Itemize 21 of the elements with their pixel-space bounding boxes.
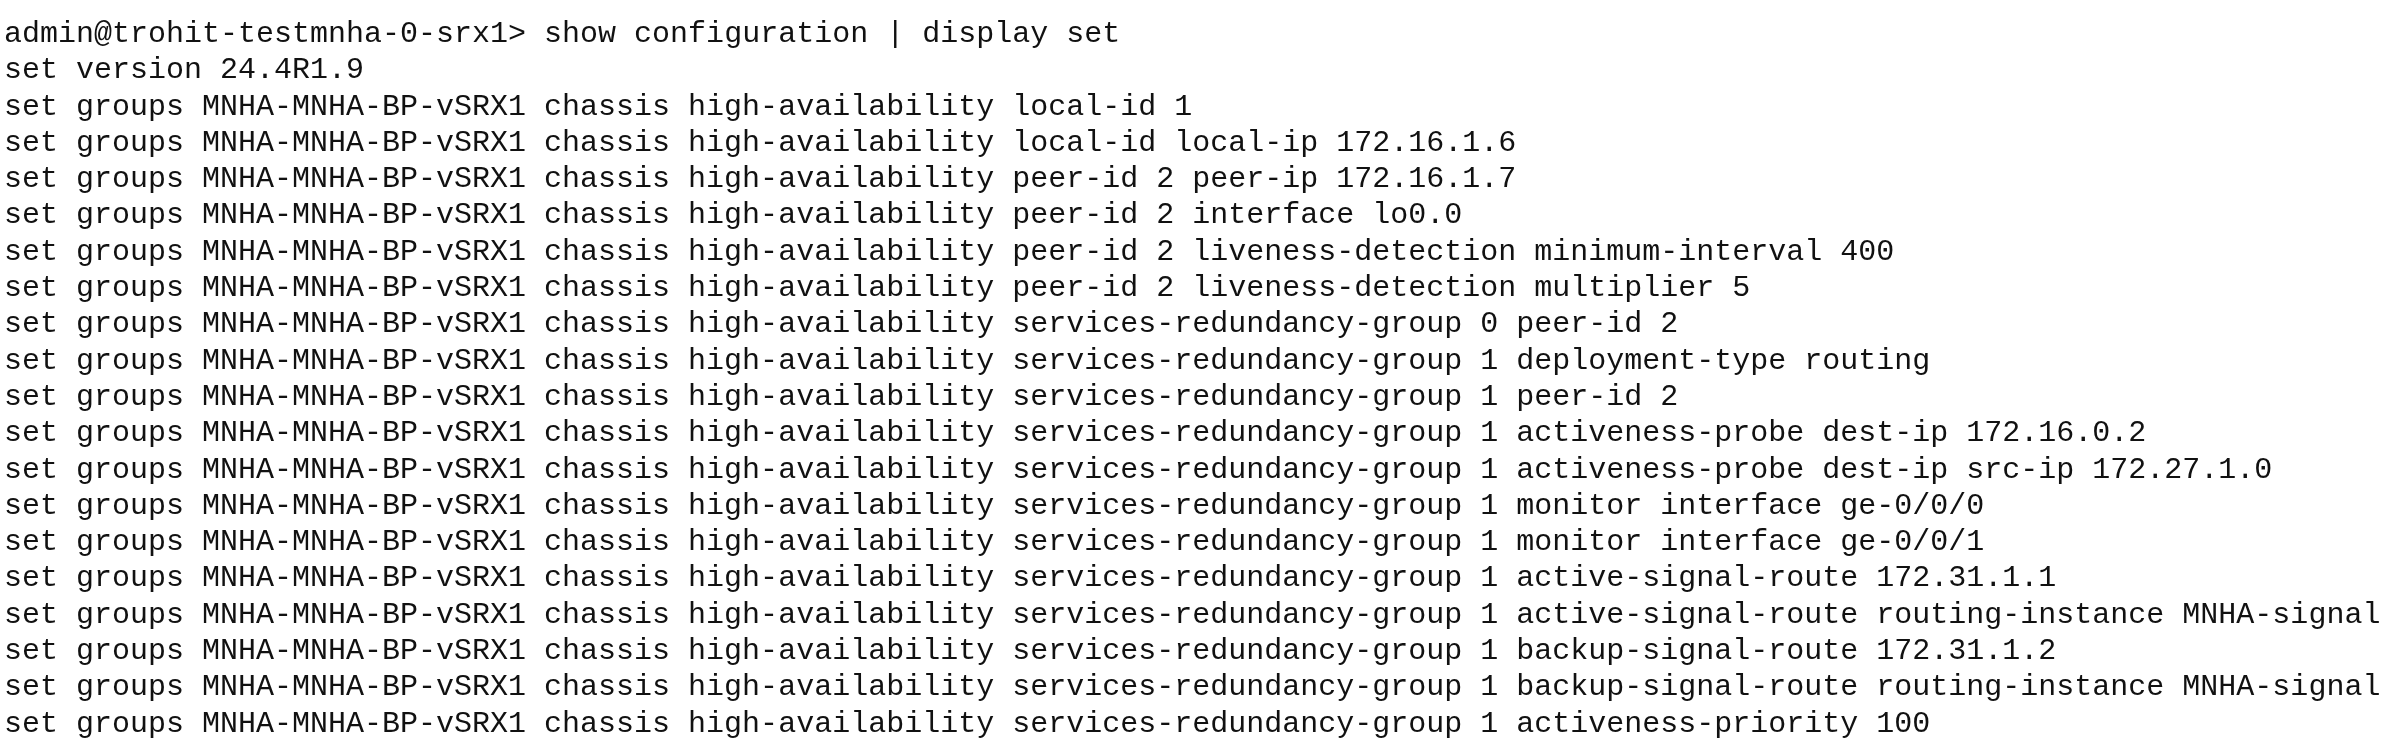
output-line: set groups MNHA-MNHA-BP-vSRX1 chassis high-availability services-redundancy-group 1 active-signal-route 172.31.1.1 [4,560,2057,597]
output-line: set groups MNHA-MNHA-BP-vSRX1 chassis high-availability peer-id 2 liveness-detection multiplier 5 [4,270,1751,307]
output-line: set groups MNHA-MNHA-BP-vSRX1 chassis high-availability peer-id 2 interface lo0.0 [4,197,1463,234]
output-line: set groups MNHA-MNHA-BP-vSRX1 chassis high-availability services-redundancy-group 1 activeness-probe dest-ip src-ip 172.27.1.0 [4,451,2273,488]
output-line: set groups MNHA-MNHA-BP-vSRX1 chassis high-availability services-redundancy-group 1 activeness-probe dest-ip 172.16.0.2 [4,415,2147,452]
command-text: show configuration | display set [543,16,1121,53]
output-line: set groups MNHA-MNHA-BP-vSRX1 chassis high-availability services-redundancy-group 0 peer-id 2 [4,306,1679,343]
output-line: set groups MNHA-MNHA-BP-vSRX1 chassis high-availability peer-id 2 peer-ip 172.16.1.7 [4,161,1517,198]
output-line: set groups MNHA-MNHA-BP-vSRX1 chassis high-availability services-redundancy-group 1 activeness-priority 100 [4,705,1931,738]
output-line: set groups MNHA-MNHA-BP-vSRX1 chassis high-availability local-id 1 [4,88,1193,125]
output-line: set groups MNHA-MNHA-BP-vSRX1 chassis high-availability services-redundancy-group 1 deployment-type routing [4,342,1931,379]
output-line: set version 24.4R1.9 [4,52,365,89]
output-line: set groups MNHA-MNHA-BP-vSRX1 chassis high-availability services-redundancy-group 1 monitor interface ge-0/0/1 [4,524,1985,561]
output-line: set groups MNHA-MNHA-BP-vSRX1 chassis high-availability services-redundancy-group 1 backup-signal-route routing-instance MNHA-signal [4,669,2381,706]
shell-prompt: admin@trohit-testmnha-0-srx1> [4,16,527,53]
output-line: set groups MNHA-MNHA-BP-vSRX1 chassis high-availability local-id local-ip 172.16.1.6 [4,124,1517,162]
output-line: set groups MNHA-MNHA-BP-vSRX1 chassis high-availability services-redundancy-group 1 backup-signal-route 172.31.1.2 [4,633,2057,670]
output-line: set groups MNHA-MNHA-BP-vSRX1 chassis high-availability services-redundancy-group 1 peer-id 2 [4,378,1679,416]
output-line: set groups MNHA-MNHA-BP-vSRX1 chassis high-availability peer-id 2 liveness-detection minimum-interval 400 [4,233,1895,271]
output-line: set groups MNHA-MNHA-BP-vSRX1 chassis high-availability services-redundancy-group 1 active-signal-route routing-instance MNHA-signal [4,596,2381,634]
output-line: set groups MNHA-MNHA-BP-vSRX1 chassis high-availability services-redundancy-group 1 monitor interface ge-0/0/0 [4,487,1985,525]
